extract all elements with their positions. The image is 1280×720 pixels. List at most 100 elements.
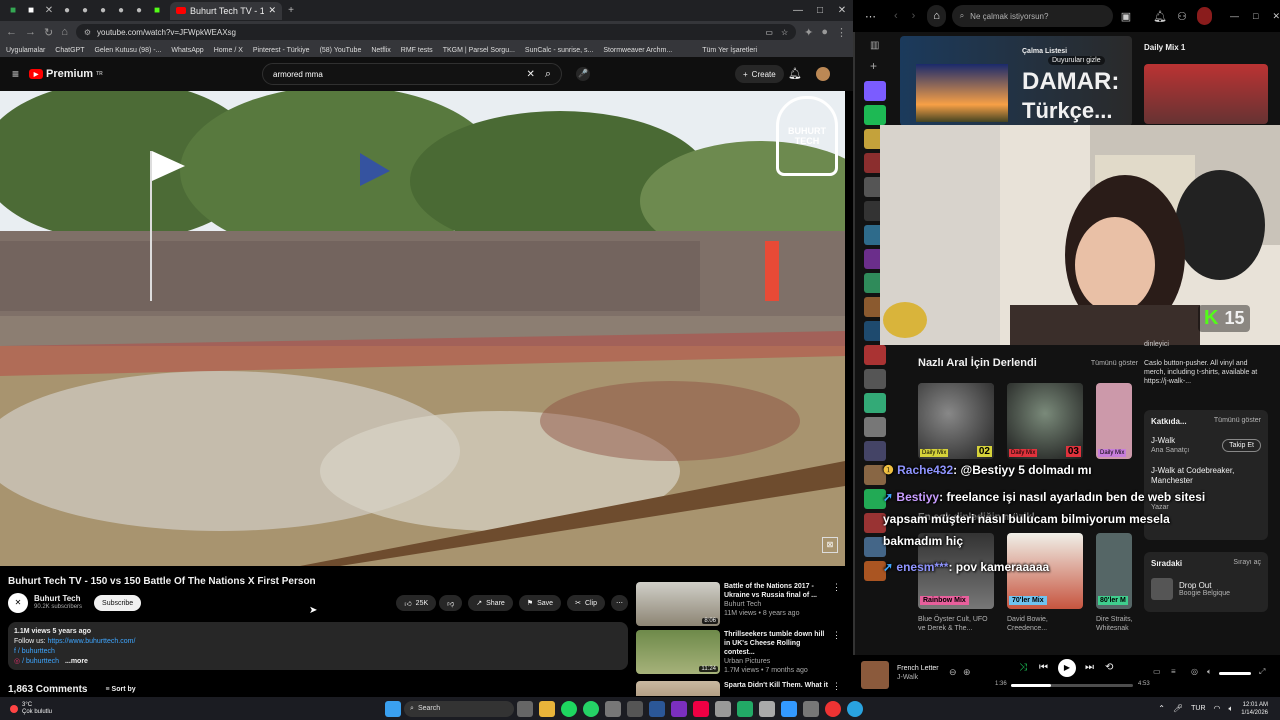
reload-icon[interactable]: ↻: [44, 26, 53, 39]
remove-icon[interactable]: ⊖: [949, 667, 957, 678]
library-item[interactable]: [864, 441, 886, 461]
tray-chevron-icon[interactable]: ⌃: [1158, 704, 1165, 713]
bookmark-item[interactable]: ChatGPT: [55, 47, 84, 54]
more-actions-button[interactable]: ⋯: [611, 595, 628, 611]
library-item[interactable]: [864, 417, 886, 437]
app-icon[interactable]: [781, 700, 798, 717]
weather-widget[interactable]: 3°C Çok bulutlu: [10, 702, 52, 716]
friends-icon[interactable]: ⚇: [1177, 10, 1187, 23]
mic-icon[interactable]: 🎤︎: [1173, 704, 1183, 713]
bookmark-item[interactable]: Stormweaver Archm...: [603, 47, 672, 54]
create-button[interactable]: + Create: [735, 65, 784, 83]
next-icon[interactable]: ⏭: [1085, 662, 1094, 673]
recommendation-item[interactable]: Sparta Didn't Kill Them. What it ⋮: [636, 681, 846, 696]
open-queue-link[interactable]: Sırayı aç: [1233, 559, 1261, 568]
announce-button[interactable]: Duyuruları gizle: [1048, 56, 1105, 65]
app-icon[interactable]: [715, 700, 732, 717]
library-item[interactable]: [864, 369, 886, 389]
queue-item[interactable]: Drop Out Boogie Belgique: [1151, 578, 1261, 600]
fullscreen-icon[interactable]: ⤢: [1259, 667, 1265, 677]
hamburger-icon[interactable]: ≡: [12, 67, 19, 81]
show-more-link[interactable]: ...more: [65, 658, 88, 665]
mix-card[interactable]: Daily Mix 02: [918, 383, 994, 459]
video-player[interactable]: BUHURT TECH ⊠: [0, 91, 845, 566]
bookmark-item[interactable]: Uygulamalar: [6, 47, 45, 54]
app-icon[interactable]: [693, 700, 710, 717]
search-icon[interactable]: ⌕: [545, 68, 551, 81]
follow-button[interactable]: Takip Et: [1222, 438, 1261, 452]
menu-icon[interactable]: ⋮: [836, 26, 847, 39]
mail-icon[interactable]: ■: [22, 3, 40, 19]
app-icon[interactable]: [605, 700, 622, 717]
channel-name[interactable]: Buhurt Tech: [34, 594, 82, 603]
sheets-icon[interactable]: ■: [4, 3, 22, 19]
tab-icon[interactable]: ●: [76, 3, 94, 19]
library-item[interactable]: [864, 345, 886, 365]
add-icon[interactable]: +: [870, 59, 892, 73]
url-field[interactable]: ⚙ youtube.com/watch?v=JFWpkWEAXsg ▭ ☆: [75, 24, 797, 40]
library-item[interactable]: [864, 393, 886, 413]
app-icon[interactable]: [649, 700, 666, 717]
task-view-icon[interactable]: [517, 700, 534, 717]
add-to-library-icon[interactable]: ⊕: [963, 667, 971, 678]
library-icon[interactable]: ▥: [870, 40, 892, 51]
bookmark-item[interactable]: TKGM | Parsel Sorgu...: [443, 47, 515, 54]
more-icon[interactable]: ⋮: [832, 582, 841, 626]
dislike-button[interactable]: 👎︎: [439, 595, 463, 611]
browse-icon[interactable]: ▣: [1121, 10, 1131, 23]
taskbar-search[interactable]: ⌕ Search: [404, 700, 515, 717]
website-link[interactable]: https://www.buhurttech.com/: [47, 638, 135, 645]
progress-bar[interactable]: [1011, 684, 1133, 687]
spotify-search[interactable]: ⌕ Ne çalmak istiyorsun?: [951, 5, 1113, 27]
wifi-icon[interactable]: ◠: [1214, 704, 1221, 713]
github-icon[interactable]: ●: [130, 3, 148, 19]
queue-icon[interactable]: ≡: [1171, 667, 1176, 676]
back-icon[interactable]: ‹: [894, 10, 898, 22]
avatar[interactable]: [816, 67, 830, 81]
close-tab-icon[interactable]: ✕: [268, 5, 276, 16]
recommendation-item[interactable]: 8:06 Battle of the Nations 2017 - Ukrain…: [636, 582, 846, 626]
social-link-2[interactable]: ◎ / buhurttech ...more: [14, 657, 622, 667]
minimize-icon[interactable]: —: [787, 5, 809, 16]
maximize-icon[interactable]: □: [809, 5, 831, 16]
bookmark-item[interactable]: Netflix: [371, 47, 390, 54]
file-explorer-icon[interactable]: [539, 700, 556, 717]
event-title[interactable]: J-Walk at Codebreaker, Manchester: [1151, 466, 1261, 486]
liked-songs-icon[interactable]: [864, 81, 886, 101]
search-input[interactable]: [273, 69, 517, 79]
bookmark-item[interactable]: (58) YouTube: [320, 47, 362, 54]
description-box[interactable]: 1.1M views 5 years ago Follow us: https:…: [8, 622, 628, 670]
app-icon[interactable]: [671, 700, 688, 717]
bookmark-item[interactable]: Tüm Yer İşaretleri: [702, 47, 757, 54]
spotify-avatar[interactable]: [1197, 7, 1213, 25]
bookmark-item[interactable]: Gelen Kutusu (98) -...: [94, 47, 161, 54]
whatsapp-icon[interactable]: [583, 700, 600, 717]
player-cover[interactable]: [861, 661, 889, 689]
app-icon[interactable]: [627, 700, 644, 717]
subscribe-button[interactable]: Subscribe: [94, 595, 142, 611]
forward-icon[interactable]: ›: [912, 10, 916, 22]
shuffle-icon[interactable]: ⤨: [1019, 662, 1027, 673]
app-icon[interactable]: [759, 700, 776, 717]
telegram-icon[interactable]: [847, 700, 864, 717]
channel-avatar[interactable]: ✕: [8, 593, 28, 613]
right-panel-art[interactable]: [1144, 64, 1268, 124]
clock[interactable]: 12:01 AM 1/14/2026: [1241, 701, 1268, 717]
home-button[interactable]: ⌂: [927, 5, 946, 27]
star-icon[interactable]: ☆: [781, 28, 788, 37]
bookmark-item[interactable]: SunCalc - sunrise, s...: [525, 47, 593, 54]
save-button[interactable]: ⚑ Save: [518, 595, 562, 611]
volume-icon[interactable]: 🔈︎: [1207, 667, 1212, 677]
kick-icon[interactable]: ■: [148, 3, 166, 19]
screen-icon[interactable]: ⊠: [822, 537, 838, 553]
credit-artist[interactable]: J-Walk: [1151, 436, 1189, 445]
back-icon[interactable]: ←: [6, 26, 17, 38]
app-icon[interactable]: [737, 700, 754, 717]
chatgpt-icon[interactable]: ●: [58, 3, 76, 19]
new-tab-icon[interactable]: +: [282, 3, 300, 19]
spotify-icon[interactable]: [561, 700, 578, 717]
sort-button[interactable]: ≡ Sort by: [105, 686, 135, 693]
clip-button[interactable]: ✂ Clip: [567, 595, 605, 611]
social-link-1[interactable]: f / buhurttech: [14, 647, 622, 657]
site-info-icon[interactable]: ⚙: [84, 28, 91, 37]
